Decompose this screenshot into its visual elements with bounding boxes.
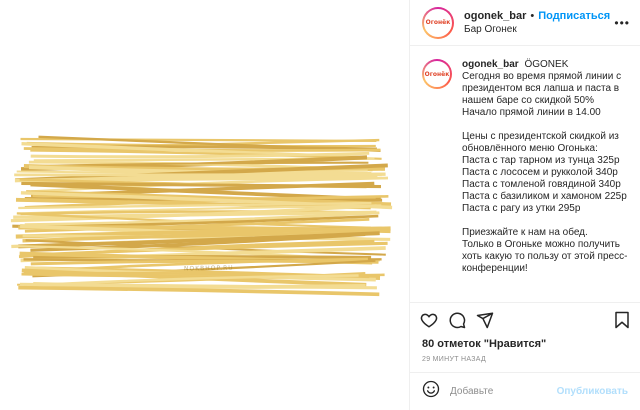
pasta-image bbox=[10, 135, 393, 297]
username-link[interactable]: ogonek_bar bbox=[464, 10, 526, 22]
share-icon[interactable] bbox=[476, 311, 494, 329]
action-bar bbox=[410, 302, 640, 336]
post-photo[interactable]: NOKBHOP.RU bbox=[0, 0, 410, 410]
bookmark-icon[interactable] bbox=[614, 311, 630, 329]
caption-line: Только в Огоньке можно получить bbox=[462, 239, 621, 250]
caption-text: ogonek_bar ÖGONEK Сегодня во время прямо… bbox=[462, 59, 630, 302]
caption-line: конференции! bbox=[462, 263, 528, 274]
caption-line: Начало прямой линии в 14.00 bbox=[462, 107, 601, 118]
caption-line: обновлённого меню Огонька: bbox=[462, 143, 598, 154]
comment-input[interactable]: Добавьте bbox=[450, 386, 557, 397]
comment-icon[interactable] bbox=[448, 311, 466, 329]
caption-line: Паста с рагу из утки 295р bbox=[462, 203, 581, 214]
follow-button[interactable]: Подписаться bbox=[538, 10, 610, 22]
photo-watermark: NOKBHOP.RU bbox=[183, 264, 234, 273]
caption-username[interactable]: ogonek_bar bbox=[462, 59, 519, 70]
caption-line: хоть какую то пользу от этой пресс- bbox=[462, 251, 628, 262]
heart-icon[interactable] bbox=[420, 311, 438, 329]
more-options-icon[interactable]: ••• bbox=[614, 16, 630, 30]
caption-line: Цены с президентской скидкой из bbox=[462, 131, 619, 142]
caption-line: нашем баре со скидкой 50% bbox=[462, 95, 594, 106]
caption-avatar[interactable]: Огонёк bbox=[422, 59, 452, 89]
location-link[interactable]: Бар Огонек bbox=[464, 24, 610, 35]
caption-area: Огонёк ogonek_bar ÖGONEK Сегодня во врем… bbox=[410, 47, 640, 302]
caption-line: Паста с томленой говядиной 340р bbox=[462, 179, 621, 190]
comment-bar: Добавьте Опубликовать bbox=[410, 372, 640, 410]
caption-line: Приезжайте к нам на обед. bbox=[462, 227, 588, 238]
post-header: Огонёк ogonek_bar • Подписаться Бар Огон… bbox=[410, 0, 640, 46]
caption-avatar-logo-text: Огонёк bbox=[424, 70, 450, 78]
post-frame: NOKBHOP.RU Огонёк ogonek_bar • Подписать… bbox=[0, 0, 640, 410]
post-side-panel: Огонёк ogonek_bar • Подписаться Бар Огон… bbox=[410, 0, 640, 410]
publish-button[interactable]: Опубликовать bbox=[557, 386, 628, 397]
caption-line: Сегодня во время прямой линии с bbox=[462, 71, 622, 82]
caption-line: Паста с тар тарном из тунца 325р bbox=[462, 155, 620, 166]
avatar[interactable]: Огонёк bbox=[422, 6, 454, 39]
avatar-logo-text: Огонёк bbox=[425, 19, 451, 26]
caption-line: президентом вся лапша и паста в bbox=[462, 83, 620, 94]
separator-dot: • bbox=[530, 10, 535, 22]
emoji-icon[interactable] bbox=[422, 380, 440, 403]
caption-line: Паста с базиликом и хамоном 225р bbox=[462, 191, 627, 202]
caption-line: ÖGONEK bbox=[524, 59, 569, 70]
post-timestamp: 29 МИНУТ НАЗАД bbox=[422, 356, 487, 363]
caption-line: Паста с лососем и рукколой 340р bbox=[462, 167, 618, 178]
likes-count[interactable]: 80 отметок "Нравится" bbox=[422, 338, 546, 350]
